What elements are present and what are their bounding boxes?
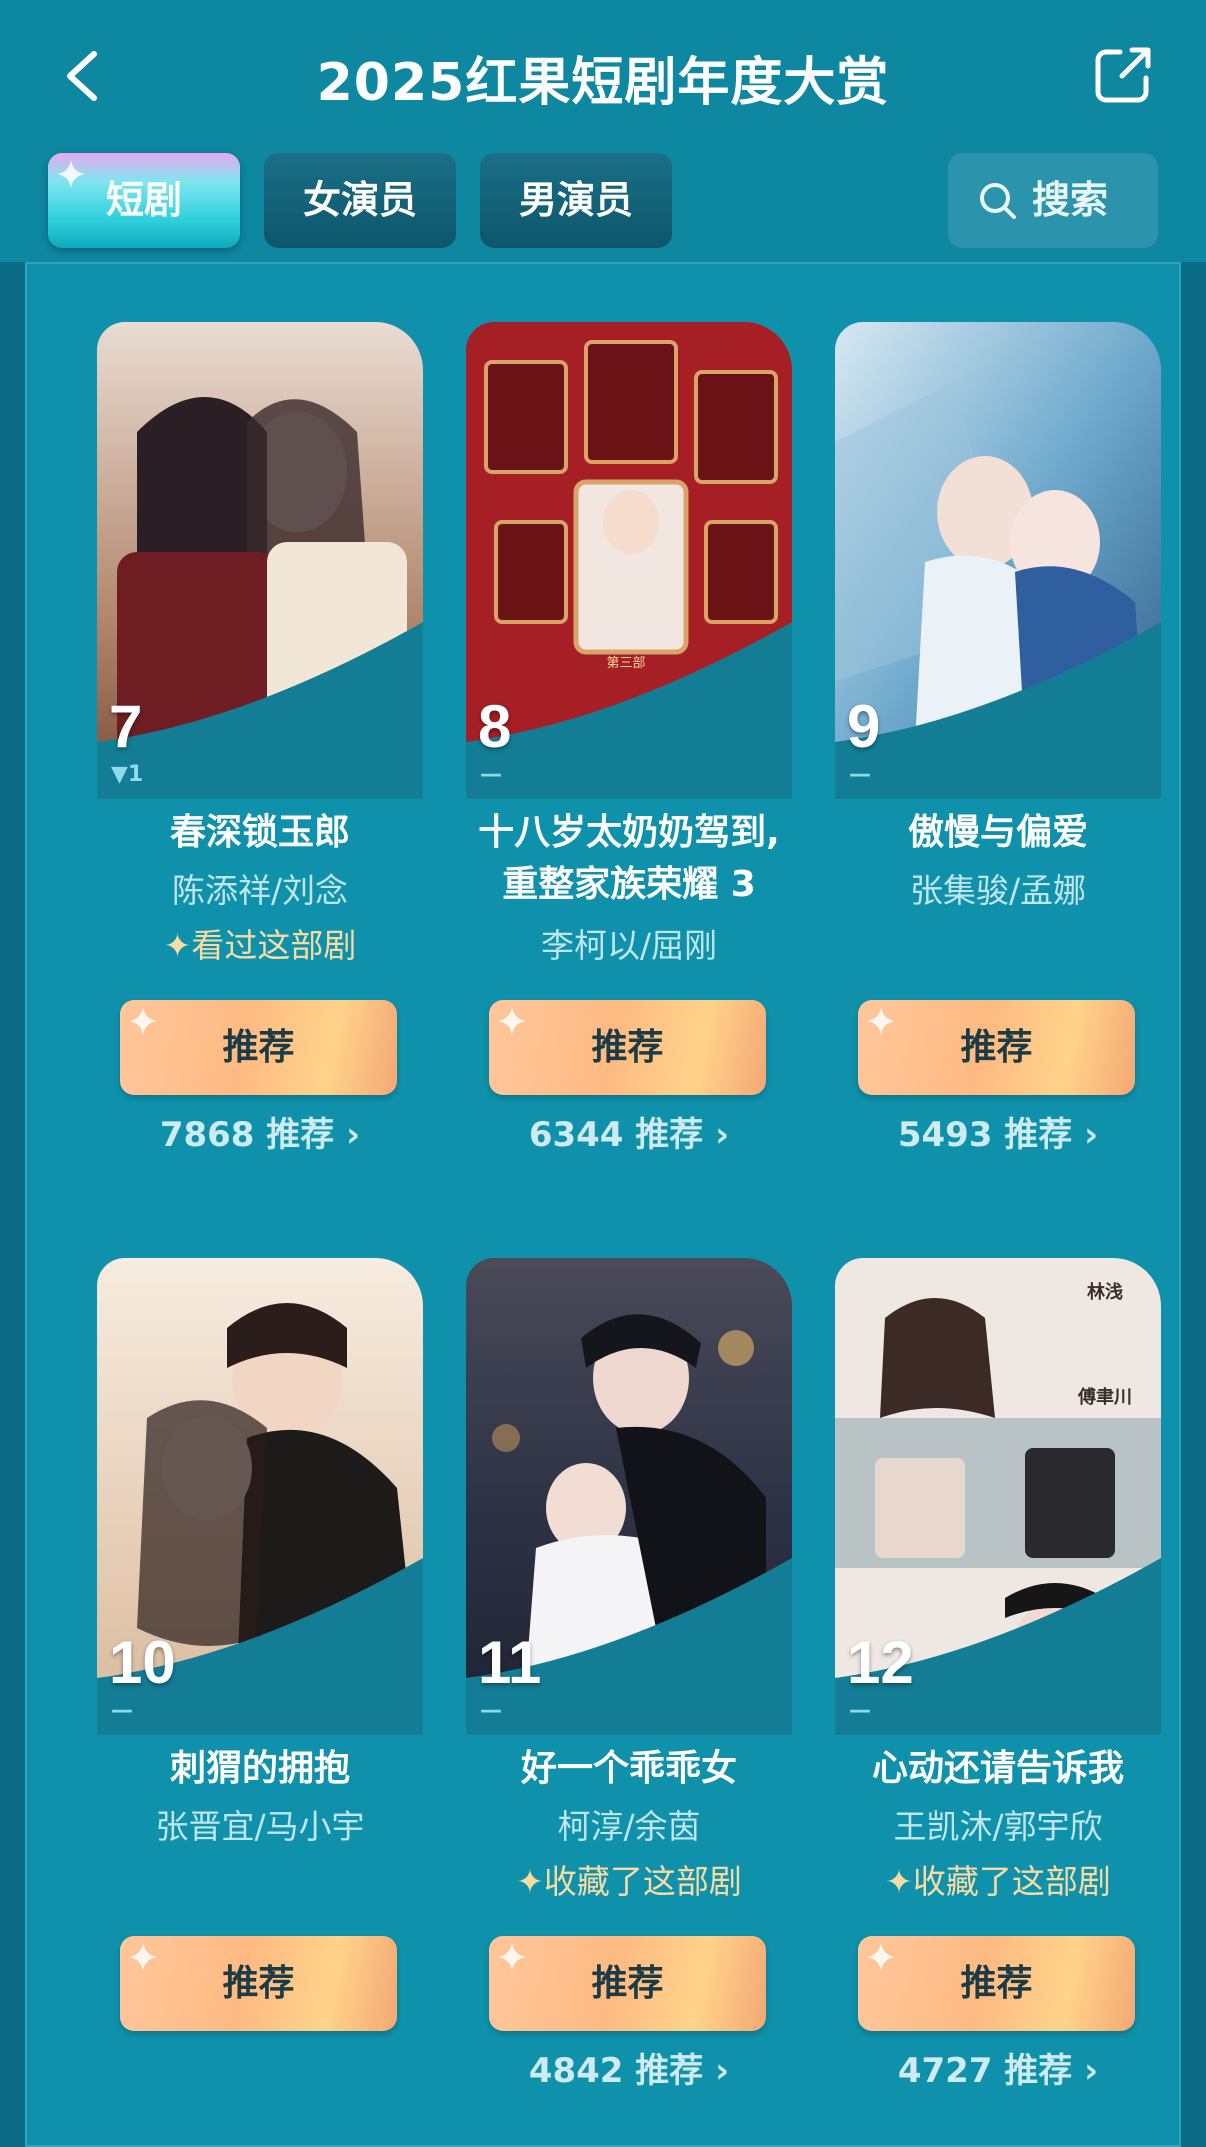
share-icon[interactable] (1092, 44, 1154, 106)
search-button[interactable]: 搜索 (948, 153, 1158, 248)
recommend-count-link[interactable]: 4842 推荐 › (439, 2046, 819, 2096)
recommend-button[interactable]: 推荐 (120, 1000, 397, 1095)
drama-poster[interactable]: 林浅 傅聿川 12 — (835, 1258, 1161, 1735)
drama-title: 傲慢与偏爱 (907, 812, 1088, 853)
sparkle-icon (498, 1943, 526, 1971)
rank-trend: ▼1 (111, 762, 144, 787)
tab-short-drama[interactable]: 短剧 (48, 153, 240, 248)
recommend-button[interactable]: 推荐 (489, 1936, 766, 2031)
drama-title: 春深锁玉郎 (169, 812, 350, 853)
recommend-label: 推荐 (222, 1027, 295, 1068)
drama-title: 十八岁太奶奶驾到, 重整家族荣耀 3 (439, 807, 819, 911)
poster-name-label: 傅聿川 (1077, 1386, 1132, 1408)
favorite-status: ✦收藏了这部剧 (516, 1862, 742, 1901)
search-label: 搜索 (1032, 178, 1109, 222)
recommend-count-link[interactable]: 4727 推荐 › (808, 2046, 1188, 2096)
recommend-label: 推荐 (960, 1027, 1033, 1068)
recommend-count-link[interactable]: 5493 推荐 › (808, 1110, 1188, 1160)
rank-number: 8 (478, 693, 512, 760)
ranking-panel: 7 ▼1 春深锁玉郎 陈添祥/刘念 ✦看过这部剧 推荐 7868 推荐 › 第三… (25, 262, 1181, 2147)
rank-trend: — (111, 1698, 133, 1723)
drama-title-line: 十八岁太奶奶驾到, (478, 812, 780, 853)
sparkle-icon (498, 1007, 526, 1035)
drama-cast: 王凯沐/郭宇欣 (893, 1807, 1103, 1846)
drama-title: 刺猬的拥抱 (169, 1748, 350, 1789)
drama-title: 心动还请告诉我 (871, 1748, 1124, 1789)
recommend-count-link[interactable]: 6344 推荐 › (439, 1110, 819, 1160)
drama-poster[interactable]: 10 — (97, 1258, 423, 1735)
sparkle-icon (867, 1943, 895, 1971)
drama-cast: 张晋宜/马小宇 (155, 1807, 365, 1846)
rank-number: 9 (847, 693, 881, 760)
recommend-label: 推荐 (591, 1027, 664, 1068)
drama-cast: 陈添祥/刘念 (171, 871, 349, 910)
drama-poster[interactable]: 第三部 8 — (466, 322, 792, 799)
watch-status: ✦看过这部剧 (163, 926, 357, 965)
tab-label: 男演员 (518, 178, 633, 222)
sparkle-icon (129, 1007, 157, 1035)
recommend-label: 推荐 (960, 1963, 1033, 2004)
rank-number: 11 (478, 1629, 542, 1696)
drama-poster[interactable]: 7 ▼1 (97, 322, 423, 799)
header: 2025红果短剧年度大赏 短剧 女演员 男演员 搜索 (0, 0, 1206, 262)
sparkle-icon (867, 1007, 895, 1035)
rank-number: 10 (109, 1629, 176, 1696)
drama-poster[interactable]: 9 — (835, 322, 1161, 799)
poster-name-label: 林浅 (1087, 1281, 1123, 1303)
sparkle-icon (57, 160, 85, 188)
tab-label: 短剧 (105, 178, 182, 222)
tab-actor[interactable]: 男演员 (480, 153, 672, 248)
recommend-label: 推荐 (222, 1963, 295, 2004)
drama-poster[interactable]: 11 — (466, 1258, 792, 1735)
rank-number: 12 (847, 1629, 914, 1696)
drama-cast: 李柯以/屈刚 (540, 926, 718, 965)
rank-trend: — (480, 762, 502, 787)
rank-trend: — (849, 1698, 871, 1723)
recommend-button[interactable]: 推荐 (120, 1936, 397, 2031)
favorite-status: ✦收藏了这部剧 (885, 1862, 1111, 1901)
page-title: 2025红果短剧年度大赏 (316, 53, 890, 113)
recommend-button[interactable]: 推荐 (858, 1936, 1135, 2031)
search-icon (980, 183, 1016, 219)
poster-subtitle: 第三部 (606, 656, 645, 671)
recommend-label: 推荐 (591, 1963, 664, 2004)
rank-number: 7 (109, 693, 143, 760)
recommend-button[interactable]: 推荐 (858, 1000, 1135, 1095)
rank-trend: — (849, 762, 871, 787)
sparkle-icon (129, 1943, 157, 1971)
tab-label: 女演员 (302, 178, 417, 222)
drama-title: 好一个乖乖女 (520, 1748, 737, 1789)
recommend-button[interactable]: 推荐 (489, 1000, 766, 1095)
drama-cast: 张集骏/孟娜 (909, 871, 1087, 910)
recommend-count-link[interactable]: 7868 推荐 › (70, 1110, 450, 1160)
drama-title-line: 重整家族荣耀 3 (502, 864, 756, 905)
drama-cast: 柯淳/余茵 (557, 1807, 701, 1846)
rank-trend: — (480, 1698, 502, 1723)
tab-actress[interactable]: 女演员 (264, 153, 456, 248)
